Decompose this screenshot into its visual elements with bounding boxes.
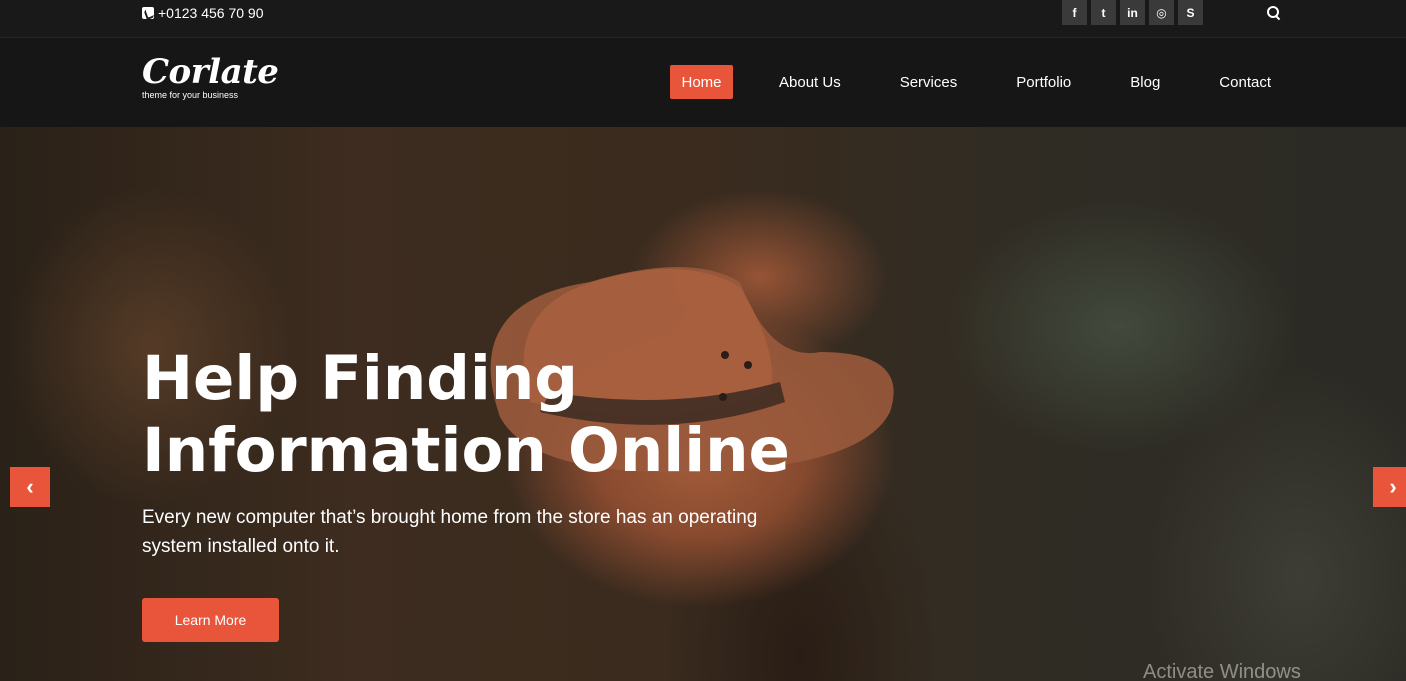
phone-number: +0123 456 70 90 <box>158 5 264 21</box>
dribbble-icon[interactable]: ◎ <box>1149 0 1174 25</box>
hero-subtitle: Every new computer that’s brought home f… <box>142 503 782 561</box>
top-bar: +0123 456 70 90 f t in ◎ S <box>0 0 1406 38</box>
logo[interactable]: Corlate theme for your business <box>142 52 279 100</box>
linkedin-icon[interactable]: in <box>1120 0 1145 25</box>
nav-blog[interactable]: Blog <box>1118 65 1172 99</box>
logo-name: Corlate <box>142 52 279 92</box>
slider-next-arrow-icon[interactable]: › <box>1373 467 1406 507</box>
hero-subtitle-line-1: Every new computer that’s brought home f… <box>142 507 758 528</box>
social-links: f t in ◎ S <box>1062 0 1203 25</box>
hero-title-line-2: Information Online <box>142 415 790 486</box>
nav-about-us[interactable]: About Us <box>767 65 853 99</box>
activate-windows-watermark: Activate Windows <box>1143 661 1301 681</box>
slider-prev-arrow-icon[interactable]: ‹ <box>10 467 50 507</box>
phone-contact: +0123 456 70 90 <box>142 5 264 21</box>
hero-subtitle-line-2: system installed onto it. <box>142 536 340 557</box>
main-nav: Home About Us Services Portfolio Blog Co… <box>670 65 1283 99</box>
twitter-icon[interactable]: t <box>1091 0 1116 25</box>
phone-icon <box>142 7 154 19</box>
nav-services[interactable]: Services <box>888 65 970 99</box>
nav-home[interactable]: Home <box>670 65 733 99</box>
facebook-icon[interactable]: f <box>1062 0 1087 25</box>
search-icon[interactable] <box>1267 6 1281 20</box>
nav-contact[interactable]: Contact <box>1207 65 1283 99</box>
learn-more-button[interactable]: Learn More <box>142 598 279 642</box>
skype-icon[interactable]: S <box>1178 0 1203 25</box>
nav-portfolio[interactable]: Portfolio <box>1004 65 1083 99</box>
hero-title-line-1: Help Finding <box>142 343 578 414</box>
main-header: Corlate theme for your business Home Abo… <box>0 38 1406 127</box>
hero-title: Help Finding Information Online <box>142 343 862 487</box>
hero-slider: Help Finding Information Online Every ne… <box>0 127 1406 681</box>
